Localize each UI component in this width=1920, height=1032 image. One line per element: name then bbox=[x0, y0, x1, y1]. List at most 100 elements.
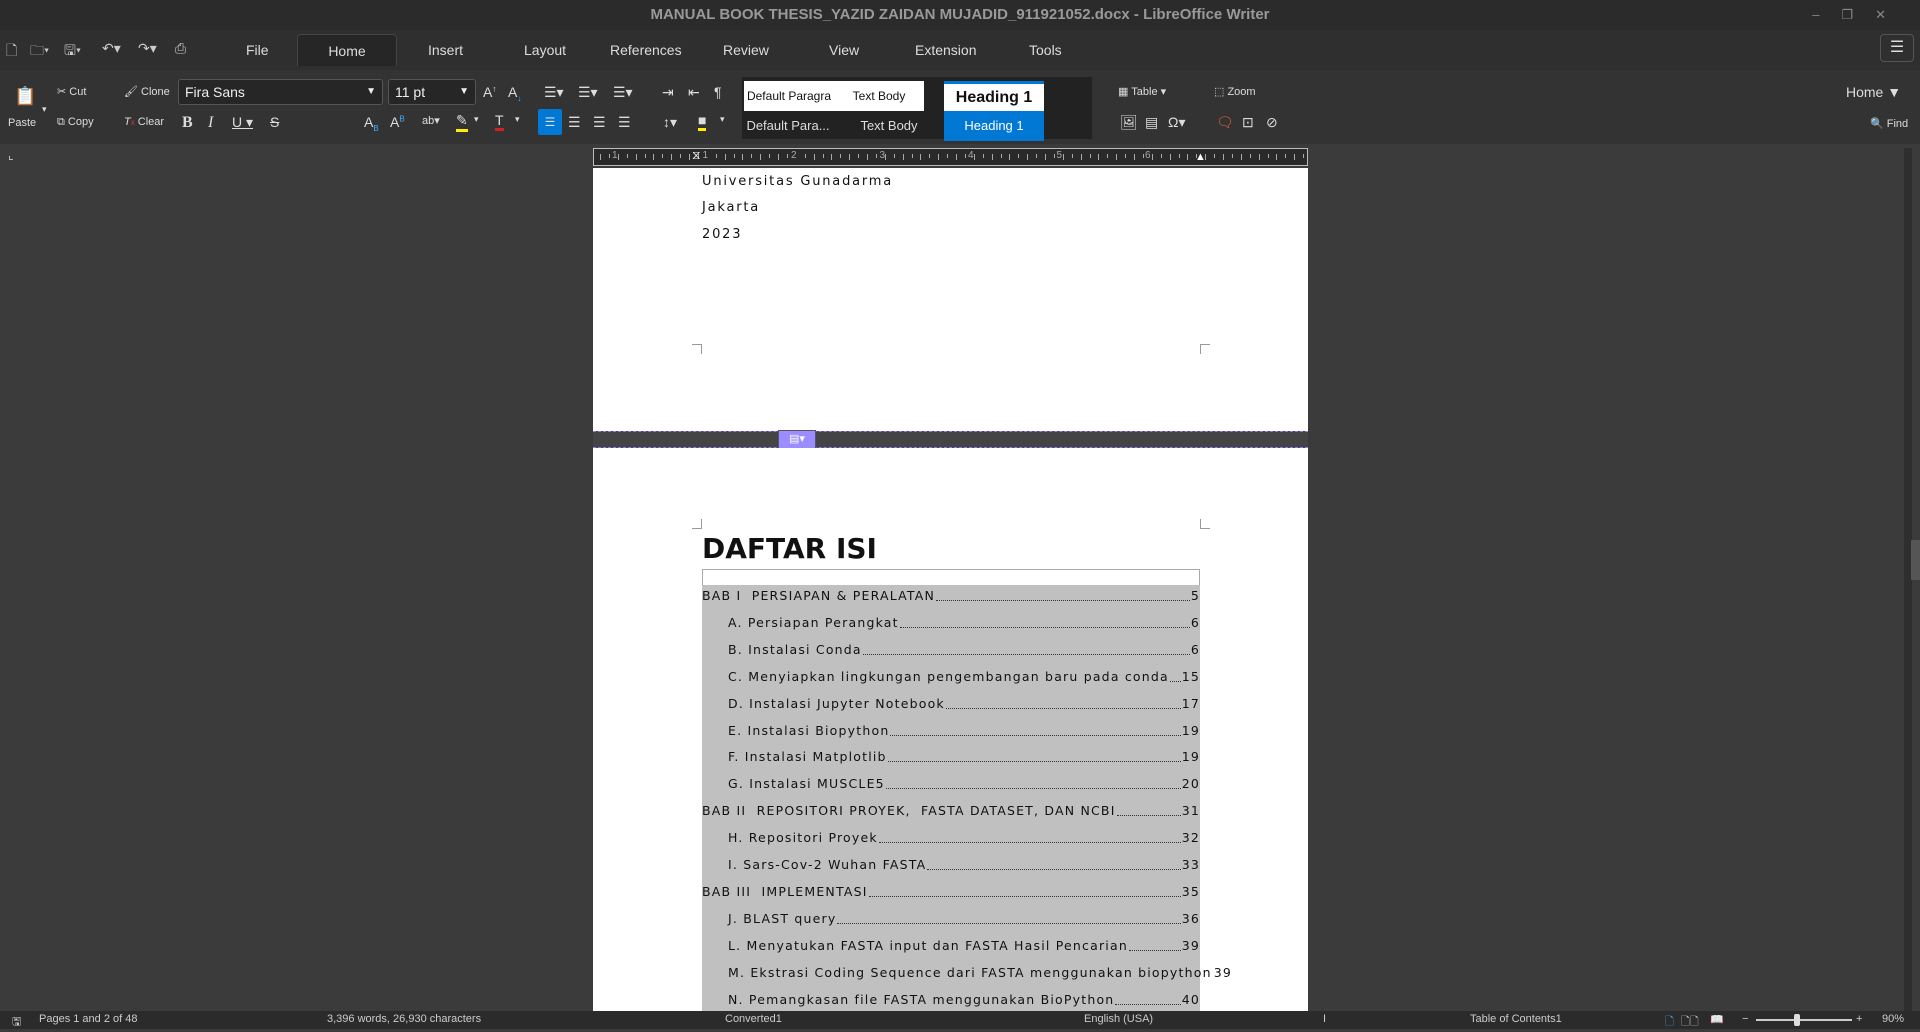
toc-entry[interactable]: F. Instalasi Matplotlib 19 bbox=[702, 743, 1200, 770]
style-preview-text-body[interactable]: Text Body bbox=[834, 81, 924, 111]
clone-button[interactable]: 🖌 Clone bbox=[124, 85, 170, 98]
page-style[interactable]: Converted1 bbox=[725, 1013, 782, 1025]
toc-entry[interactable]: L. Menyatukan FASTA input dan FASTA Hasi… bbox=[702, 932, 1200, 959]
redo-icon[interactable]: ↷▾ bbox=[138, 40, 157, 57]
copy-button[interactable]: ⧉ Copy bbox=[57, 116, 94, 129]
cut-button[interactable]: ✂ Cut bbox=[57, 85, 86, 98]
font-name-select[interactable]: Fira Sans ▼ bbox=[178, 79, 383, 105]
strikethrough-icon[interactable]: S bbox=[270, 114, 279, 130]
styles-gallery[interactable]: Default Paragra Text Body Heading 1 Defa… bbox=[742, 77, 1092, 141]
sidebar-toggle[interactable] bbox=[1911, 540, 1920, 580]
font-size-select[interactable]: 11 pt ▼ bbox=[388, 79, 476, 105]
page-1[interactable]: Universitas Gunadarma Jakarta 2023 bbox=[593, 168, 1308, 431]
highlight-color-icon[interactable]: ✎ bbox=[456, 112, 468, 132]
toc-entry[interactable]: BAB III IMPLEMENTASI 35 bbox=[702, 878, 1200, 905]
bullets-icon[interactable]: ☰▾ bbox=[544, 84, 564, 101]
style-preview-heading-1[interactable]: Heading 1 bbox=[944, 81, 1044, 111]
minimize-icon[interactable]: – bbox=[1812, 7, 1841, 22]
open-icon[interactable]: 🗀▾ bbox=[30, 40, 49, 64]
paste-icon[interactable]: 📋 bbox=[14, 86, 36, 107]
paragraph-background-icon[interactable]: ■ bbox=[698, 112, 707, 131]
new-icon[interactable]: 🗋 bbox=[6, 40, 17, 64]
paste-dropdown-icon[interactable]: ▾ bbox=[42, 104, 47, 115]
zoom-slider[interactable] bbox=[1756, 1019, 1852, 1021]
track-changes-icon[interactable]: ⊡ bbox=[1242, 114, 1254, 131]
insert-mode-icon[interactable]: I bbox=[1323, 1013, 1326, 1025]
single-page-view-icon[interactable]: 🗋 bbox=[1665, 1013, 1674, 1032]
tab-tools[interactable]: Tools bbox=[1013, 34, 1078, 66]
numbering-icon[interactable]: ☰▾ bbox=[578, 84, 598, 101]
toc-entry[interactable]: G. Instalasi MUSCLE5 20 bbox=[702, 770, 1200, 797]
font-color-icon[interactable]: T bbox=[495, 112, 504, 131]
toc-entry[interactable]: BAB I PERSIAPAN & PERALATAN 5 bbox=[702, 582, 1200, 609]
chevron-down-icon[interactable]: ▾ bbox=[720, 114, 725, 125]
hamburger-menu-button[interactable]: ☰ bbox=[1880, 34, 1914, 62]
chevron-down-icon[interactable]: ▾ bbox=[474, 114, 479, 125]
zoom-in-icon[interactable]: + bbox=[1856, 1013, 1862, 1025]
language[interactable]: English (USA) bbox=[1084, 1013, 1153, 1025]
tab-references[interactable]: References bbox=[594, 34, 698, 66]
page-count[interactable]: Pages 1 and 2 of 48 bbox=[39, 1013, 137, 1025]
toc-entry[interactable]: B. Instalasi Conda 6 bbox=[702, 636, 1200, 663]
toc-entry[interactable]: C. Menyiapkan lingkungan pengembangan ba… bbox=[702, 663, 1200, 690]
style-default-paragraph[interactable]: Default Para... bbox=[742, 111, 834, 141]
zoom-out-icon[interactable]: − bbox=[1742, 1013, 1748, 1025]
book-view-icon[interactable]: 📖 bbox=[1710, 1013, 1724, 1026]
indent-marker[interactable]: ⧖ bbox=[692, 148, 700, 163]
formatting-marks-icon[interactable]: ¶ bbox=[714, 84, 722, 100]
restore-icon[interactable]: ❐ bbox=[1841, 7, 1875, 22]
style-heading-1[interactable]: Heading 1 bbox=[944, 111, 1044, 141]
outline-icon[interactable]: ☰▾ bbox=[613, 84, 633, 101]
paste-button[interactable]: Paste bbox=[8, 117, 36, 129]
toc-entry[interactable]: E. Instalasi Biopython 19 bbox=[702, 717, 1200, 744]
align-left-button[interactable]: ☰ bbox=[538, 109, 562, 135]
tab-view[interactable]: View bbox=[813, 34, 875, 66]
tab-file[interactable]: File bbox=[230, 34, 285, 66]
grow-font-icon[interactable]: A↑ bbox=[483, 84, 496, 100]
toc-entry[interactable]: I. Sars-Cov-2 Wuhan FASTA 33 bbox=[702, 851, 1200, 878]
underline-icon[interactable]: U ▾ bbox=[232, 114, 253, 131]
zoom-slider-handle[interactable] bbox=[1794, 1014, 1800, 1026]
undo-icon[interactable]: ↶▾ bbox=[102, 40, 121, 57]
multi-page-view-icon[interactable]: 🗋🗋 bbox=[1681, 1013, 1699, 1032]
toc-entry[interactable]: N. Pemangkasan file FASTA menggunakan Bi… bbox=[702, 986, 1200, 1013]
toc-entry[interactable]: D. Instalasi Jupyter Notebook 17 bbox=[702, 690, 1200, 717]
save-icon[interactable]: 🖫▾ bbox=[64, 40, 81, 64]
print-icon[interactable]: ⎙ bbox=[175, 40, 186, 57]
tab-extension[interactable]: Extension bbox=[899, 34, 992, 66]
special-character-icon[interactable]: Ω▾ bbox=[1168, 114, 1186, 131]
indent-decrease-icon[interactable]: ⇤ bbox=[688, 84, 700, 101]
close-icon[interactable]: ✕ bbox=[1875, 7, 1908, 22]
home-dropdown[interactable]: Home ▼ bbox=[1846, 84, 1901, 100]
tab-insert[interactable]: Insert bbox=[412, 34, 479, 66]
word-count[interactable]: 3,396 words, 26,930 characters bbox=[327, 1013, 481, 1025]
tab-home[interactable]: Home bbox=[297, 34, 397, 66]
zoom-level[interactable]: 90% bbox=[1882, 1013, 1904, 1025]
toc-entry[interactable]: BAB II REPOSITORI PROYEK, FASTA DATASET,… bbox=[702, 797, 1200, 824]
chevron-down-icon[interactable]: ▾ bbox=[515, 114, 520, 125]
comment-icon[interactable]: 🗨 bbox=[1216, 114, 1234, 131]
tab-review[interactable]: Review bbox=[707, 34, 785, 66]
style-text-body[interactable]: Text Body bbox=[834, 111, 944, 141]
horizontal-ruler[interactable]: 1 1 2 3 4 5 6 ⧖ ▲ bbox=[593, 148, 1308, 166]
character-spacing-icon[interactable]: ab▾ bbox=[422, 114, 440, 127]
toc-entry[interactable]: H. Repositori Proyek 32 bbox=[702, 824, 1200, 851]
shrink-font-icon[interactable]: A↓ bbox=[508, 84, 521, 103]
table-of-contents[interactable]: BAB I PERSIAPAN & PERALATAN 5 A. Persiapan… bbox=[702, 582, 1231, 1013]
indent-increase-icon[interactable]: ⇥ bbox=[662, 84, 674, 101]
find-button[interactable]: 🔍 Find bbox=[1870, 117, 1908, 130]
right-indent-marker[interactable]: ▲ bbox=[1195, 151, 1206, 163]
table-button[interactable]: ▦ Table ▾ bbox=[1118, 85, 1166, 98]
toc-entry[interactable]: M. Ekstrasi Coding Sequence dari FASTA m… bbox=[702, 959, 1231, 986]
italic-icon[interactable]: I bbox=[208, 114, 213, 132]
bold-icon[interactable]: B bbox=[182, 114, 193, 132]
line-spacing-icon[interactable]: ↕▾ bbox=[663, 114, 677, 131]
navigator-icon[interactable]: ⊘ bbox=[1266, 114, 1278, 131]
header-footer-button[interactable]: ▤▾ bbox=[778, 430, 816, 449]
window-controls[interactable]: –❐✕ bbox=[1812, 0, 1908, 30]
align-right-icon[interactable]: ☰ bbox=[593, 114, 606, 131]
toc-entry[interactable]: A. Persiapan Perangkat 6 bbox=[702, 609, 1200, 636]
toc-entry[interactable]: J. BLAST query 36 bbox=[702, 905, 1200, 932]
style-preview-default[interactable]: Default Paragra bbox=[744, 81, 834, 111]
align-center-icon[interactable]: ☰ bbox=[568, 114, 581, 131]
